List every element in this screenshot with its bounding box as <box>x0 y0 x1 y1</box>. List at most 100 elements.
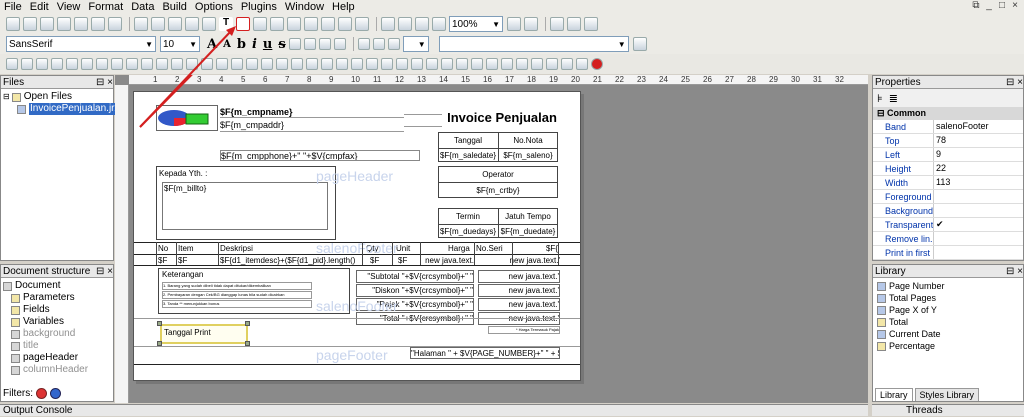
row-qty[interactable]: $F <box>370 256 390 266</box>
datasource-icon[interactable] <box>415 17 429 31</box>
layout-tool-icon[interactable] <box>261 58 273 70</box>
layout-tool-icon[interactable] <box>321 58 333 70</box>
tree-item-title[interactable]: title <box>3 340 111 352</box>
restore-icon[interactable]: ⧉ <box>971 1 981 11</box>
filter-red-icon[interactable] <box>36 388 47 399</box>
font-size-select[interactable]: 10 ▼ <box>160 36 200 52</box>
note-2[interactable]: 2. Pembayaran dengan Cek/BG dianggap lun… <box>162 291 312 299</box>
paste-icon[interactable] <box>91 17 105 31</box>
library-item[interactable]: Percentage <box>877 340 1019 352</box>
rectangle-tool-icon[interactable] <box>168 17 182 31</box>
tree-file-item[interactable]: InvoicePenjualan.jrxml <box>3 103 132 115</box>
menu-plugins[interactable]: Plugins <box>237 0 281 14</box>
col-noseri[interactable]: No.Seri <box>476 244 510 254</box>
menu-format[interactable]: Format <box>84 0 127 14</box>
run-icon[interactable] <box>567 17 581 31</box>
summary-value-1[interactable]: new java.text.' <box>478 270 560 283</box>
menu-options[interactable]: Options <box>191 0 237 14</box>
property-row[interactable]: Transparent ✔ <box>873 218 1023 232</box>
layout-tool-icon[interactable] <box>561 58 573 70</box>
tree-item-variables[interactable]: Variables <box>3 316 111 328</box>
barcode-tool-icon[interactable] <box>338 17 352 31</box>
property-value[interactable]: ✔ <box>933 218 1023 231</box>
col-harga[interactable]: Harga <box>448 244 472 254</box>
summary-diskon[interactable]: "Diskon "+$V{crcsymbol}+" " <box>356 284 474 297</box>
property-value[interactable]: 9 <box>933 148 1023 161</box>
bold-button[interactable]: b <box>237 37 246 52</box>
menu-window[interactable]: Window <box>281 0 328 14</box>
property-row[interactable]: Left 9 <box>873 148 1023 162</box>
panel-controls-icon[interactable]: ⊟ × <box>1006 77 1023 88</box>
menu-view[interactable]: View <box>53 0 85 14</box>
image-tool-icon[interactable] <box>253 17 267 31</box>
layout-tool-icon[interactable] <box>201 58 213 70</box>
layout-tool-icon[interactable] <box>336 58 348 70</box>
minus-icon[interactable]: ⊟ <box>3 91 10 103</box>
compile-icon[interactable] <box>550 17 564 31</box>
tree-item-pageheader[interactable]: pageHeader <box>3 352 111 364</box>
layout-tool-icon[interactable] <box>51 58 63 70</box>
property-value[interactable]: 113 <box>933 176 1023 189</box>
property-value[interactable]: salenoFooter <box>933 120 1023 133</box>
align-center-icon[interactable] <box>303 38 316 50</box>
style-select[interactable]: ▼ <box>438 36 629 52</box>
col-unit[interactable]: Unit <box>396 244 420 254</box>
property-value[interactable]: 78 <box>933 134 1023 147</box>
magnet-icon[interactable] <box>591 58 603 70</box>
field-halaman[interactable]: "Halaman " + $V{PAGE_NUMBER}+" " + $V <box>410 347 560 359</box>
align-right-icon[interactable] <box>318 38 331 50</box>
filter-blue-icon[interactable] <box>50 388 61 399</box>
zoom-in-icon[interactable] <box>507 17 521 31</box>
layout-tool-icon[interactable] <box>426 58 438 70</box>
style-edit-icon[interactable] <box>632 37 647 51</box>
tree-item-columnheader[interactable]: columnHeader <box>3 364 111 376</box>
property-row[interactable]: Print in first <box>873 246 1023 260</box>
row-harga[interactable]: new java.text. <box>422 256 474 266</box>
row-no[interactable]: $F <box>158 256 174 266</box>
valign-bottom-icon[interactable] <box>387 38 400 50</box>
col-desc[interactable]: Deskripsi <box>220 244 280 254</box>
layout-tool-icon[interactable] <box>471 58 483 70</box>
layout-tool-icon[interactable] <box>231 58 243 70</box>
layout-tool-icon[interactable] <box>156 58 168 70</box>
property-row[interactable]: Width 113 <box>873 176 1023 190</box>
decrease-font-button[interactable]: A <box>223 39 231 50</box>
line-tool-icon[interactable] <box>151 17 165 31</box>
threads-tab[interactable]: Threads <box>872 404 1024 416</box>
open-icon[interactable] <box>23 17 37 31</box>
row-desc[interactable]: $F{d1_itemdesc}+($F{d1_pid}.length() <box>220 256 360 266</box>
field-tanggal-print[interactable]: Tanggal Print <box>160 324 248 344</box>
sort-category-icon[interactable]: ⊧ <box>877 92 883 105</box>
property-row[interactable]: Band salenoFooter <box>873 120 1023 134</box>
layout-tool-icon[interactable] <box>486 58 498 70</box>
row-unit[interactable]: $F <box>398 256 418 266</box>
note-3[interactable]: 3. Tanda ** menunjukkan bonus <box>162 300 312 308</box>
ellipse-tool-icon[interactable] <box>202 17 216 31</box>
property-value[interactable]: 22 <box>933 162 1023 175</box>
layout-tool-icon[interactable] <box>171 58 183 70</box>
text-field-tool-icon[interactable] <box>236 17 250 31</box>
valign-top-icon[interactable] <box>357 38 370 50</box>
library-item[interactable]: Page Number <box>877 280 1019 292</box>
layout-tool-icon[interactable] <box>21 58 33 70</box>
property-value[interactable] <box>933 246 1023 259</box>
library-item[interactable]: Current Date <box>877 328 1019 340</box>
query-icon[interactable] <box>432 17 446 31</box>
property-value[interactable] <box>933 232 1023 245</box>
layout-tool-icon[interactable] <box>396 58 408 70</box>
property-row[interactable]: Foreground <box>873 190 1023 204</box>
zoom-select[interactable]: 100% ▼ <box>449 16 503 32</box>
layout-tool-icon[interactable] <box>246 58 258 70</box>
property-row[interactable]: Top 78 <box>873 134 1023 148</box>
run-datasource-icon[interactable] <box>584 17 598 31</box>
layout-tool-icon[interactable] <box>81 58 93 70</box>
panel-controls-icon[interactable]: ⊟ × <box>96 77 113 88</box>
selection-handle[interactable] <box>245 321 250 326</box>
layout-tool-icon[interactable] <box>141 58 153 70</box>
menu-edit[interactable]: Edit <box>26 0 53 14</box>
summary-value-2[interactable]: new java.text.' <box>478 284 560 297</box>
layout-tool-icon[interactable] <box>381 58 393 70</box>
layout-tool-icon[interactable] <box>516 58 528 70</box>
group-icon[interactable] <box>398 17 412 31</box>
layout-tool-icon[interactable] <box>501 58 513 70</box>
